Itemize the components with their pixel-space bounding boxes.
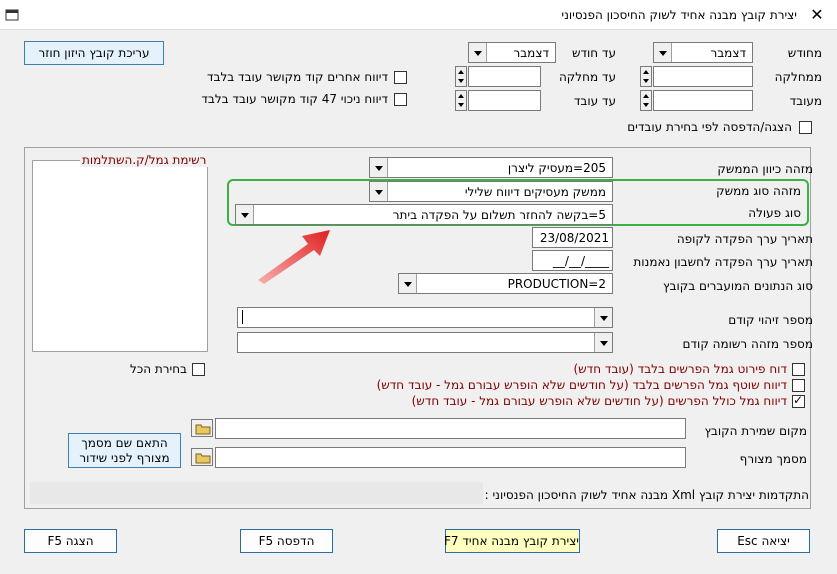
to-dept-field[interactable] [468,66,541,87]
prev-id-label: מספר זיהוי קודם [728,313,813,327]
include-diff-label: דיווח גמל כולל הפרשים (על חודשים שלא הופ… [411,394,787,408]
data-type-select[interactable]: PRODUCTION=2 [398,273,613,294]
to-month-select[interactable]: דצמבר [468,42,556,63]
include-diff-checkbox[interactable] [792,393,805,408]
data-type-label: סוג הנתונים המועברים בקובץ [663,279,813,293]
chevron-down-icon[interactable] [469,43,487,62]
from-month-select[interactable]: דצמבר [653,42,753,63]
from-dept-spinner[interactable] [640,66,652,87]
select-all-label: בחירת הכל [130,362,187,376]
save-location-label: מקום שמירת הקובץ [704,424,807,438]
other-reports-label: דיווח אחרים קוד מקושר עובד בלבד [206,70,388,84]
close-icon[interactable]: ✕ [807,5,827,25]
attachment-field[interactable] [215,447,686,468]
match-attachment-button[interactable]: התאם שם מסמך מצורף לפני שידור [68,433,181,468]
funds-list-title: רשימת גמל/ק.השתלמות [80,153,209,167]
value-date-field[interactable]: 23/08/2021 [532,227,613,248]
chevron-down-icon[interactable] [654,43,672,62]
from-emp-spinner[interactable] [640,90,652,111]
current-diff-checkbox[interactable] [792,379,805,392]
app-icon [5,8,21,22]
folder-icon[interactable] [191,419,213,437]
attachment-label: מסמך מצורף [739,452,807,466]
funds-list[interactable] [32,160,208,352]
to-emp-spinner[interactable] [455,90,467,111]
trust-date-field[interactable]: __/__/____ [532,250,613,271]
other-reports-checkbox[interactable] [394,71,407,84]
show-print-label: הצגה/הדפסה לפי בחירת עובדים [627,120,792,134]
value-date-label: תאריך ערך הפקדה לקופה [676,232,813,246]
chevron-down-icon[interactable] [370,182,388,201]
from-dept-label: ממחלקה [774,70,822,84]
select-all-checkbox[interactable] [192,363,205,376]
chevron-down-icon[interactable] [594,308,612,327]
iface-type-label: מזהה סוג ממשק [716,184,801,198]
to-month-label: עד חודש [571,46,616,60]
pointer-arrow-icon [258,230,330,284]
chevron-down-icon[interactable] [370,158,388,177]
prev-record-select[interactable] [237,332,613,353]
edit-feed-file-button[interactable]: עריכת קובץ היזון חוזר [24,41,164,65]
chevron-down-icon[interactable] [594,333,612,352]
prev-record-label: מספר מזהה רשומה קודם [682,337,813,351]
deduct47-label: דיווח ניכוי 47 קוד מקושר עובד בלבד [201,92,388,106]
to-dept-label: עד מחלקה [558,70,616,84]
from-emp-label: מעובד [789,94,822,108]
show-button[interactable]: הצגה F5 [24,529,117,553]
title-bar: יצירת קובץ מבנה אחיד לשוק החיסכון הפנסיו… [0,0,837,30]
diff-detail-checkbox[interactable] [792,363,805,376]
employer-dir-select[interactable]: 205=מעסיק ליצרן [369,157,613,178]
to-dept-spinner[interactable] [455,66,467,87]
from-dept-field[interactable] [653,66,753,87]
show-print-checkbox[interactable] [799,121,812,134]
to-emp-field[interactable] [468,90,541,111]
print-button[interactable]: הדפסה F5 [240,529,333,553]
diff-detail-label: דוח פירוט גמל הפרשים בלבד (עובד חדש) [573,362,788,376]
save-location-field[interactable] [215,418,686,439]
action-type-label: סוג פעולה [748,206,801,220]
progress-label: התקדמות יצירת קובץ Xml מבנה אחיד לשוק הח… [484,488,809,502]
create-file-button[interactable]: יצירת קובץ מבנה אחיד F7 [444,529,580,553]
folder-icon[interactable] [191,448,213,466]
window-title: יצירת קובץ מבנה אחיד לשוק החיסכון הפנסיו… [561,8,797,22]
employer-dir-label: מזהה כיוון הממשק [717,162,813,176]
from-month-label: מחודש [787,46,822,60]
progress-bar [30,482,483,504]
current-diff-label: דיווח שוטף גמל הפרשים בלבד (על חודשים של… [376,378,787,392]
chevron-down-icon[interactable] [399,274,417,293]
text-cursor [242,310,243,324]
iface-type-select[interactable]: ממשק מעסיקים דיווח שלילי [369,181,613,202]
to-emp-label: עד עובד [573,94,616,108]
prev-id-select[interactable] [237,307,613,328]
exit-button[interactable]: יציאה Esc [717,529,810,553]
from-emp-field[interactable] [653,90,753,111]
trust-date-label: תאריך ערך הפקדה לחשבון נאמנות [633,255,813,269]
deduct47-checkbox[interactable] [394,93,407,106]
